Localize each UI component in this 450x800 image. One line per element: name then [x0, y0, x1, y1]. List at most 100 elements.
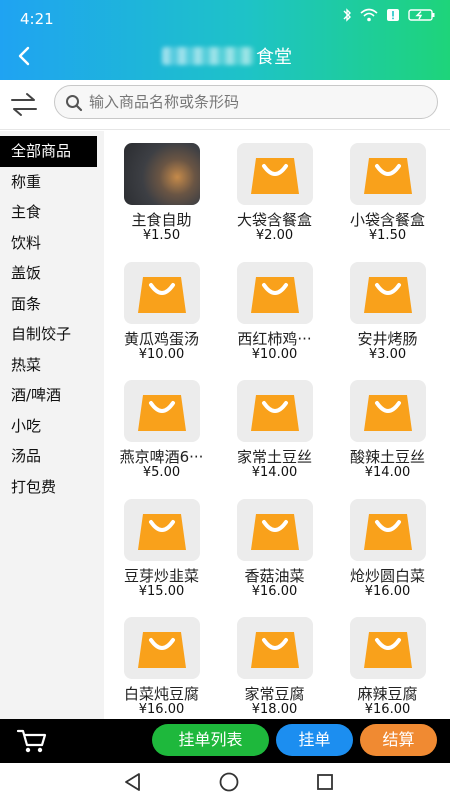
category-item[interactable]: 称重 — [0, 167, 104, 198]
product-name: 家常土豆丝 — [236, 448, 312, 466]
product-price: ¥2.00 — [255, 228, 294, 243]
back-button[interactable] — [8, 40, 40, 72]
category-item[interactable]: 酒/啤酒 — [0, 380, 104, 411]
category-item[interactable]: 小吃 — [0, 411, 104, 442]
bottom-action-bar: 挂单列表 挂单 结算 — [0, 719, 450, 763]
blurred-store-name — [162, 47, 254, 65]
shopping-bag-icon — [124, 380, 200, 442]
search-input[interactable] — [89, 90, 429, 114]
product-card[interactable]: 黄瓜鸡蛋汤 ¥10.00 — [104, 250, 219, 368]
shopping-bag-icon — [237, 380, 313, 442]
nav-recents-button[interactable] — [312, 769, 338, 795]
shopping-bag-icon — [350, 380, 426, 442]
product-price: ¥1.50 — [368, 228, 407, 243]
product-name: 麻辣豆腐 — [357, 685, 418, 703]
search-row — [0, 80, 450, 130]
shopping-bag-icon — [237, 617, 313, 679]
product-name: 豆芽炒韭菜 — [123, 567, 199, 585]
swap-arrows-icon — [11, 93, 37, 116]
shopping-bag-icon — [350, 143, 426, 205]
category-item[interactable]: 面条 — [0, 289, 104, 320]
product-price: ¥14.00 — [364, 465, 411, 480]
product-price: ¥3.00 — [368, 347, 407, 362]
product-name: 大袋含餐盒 — [236, 211, 312, 229]
status-time: 4:21 — [20, 10, 54, 28]
shopping-bag-icon — [124, 262, 200, 324]
product-card[interactable]: 家常豆腐 ¥18.00 — [217, 605, 332, 719]
product-price: ¥16.00 — [364, 584, 411, 599]
product-card[interactable]: 麻辣豆腐 ¥16.00 — [330, 605, 445, 719]
category-item[interactable]: 全部商品 — [0, 136, 97, 167]
product-grid: 主食自助 ¥1.50 大袋含餐盒 ¥2.00 小袋含餐盒 ¥1.50 黄瓜鸡蛋汤 ¥10.00… — [104, 131, 450, 719]
product-card[interactable]: 家常土豆丝 ¥14.00 — [217, 368, 332, 486]
app-header: 4:21 食堂 — [0, 0, 450, 80]
category-item[interactable]: 热菜 — [0, 350, 104, 381]
product-card[interactable]: 西红柿鸡··· ¥10.00 — [217, 250, 332, 368]
checkout-button[interactable]: 结算 — [360, 724, 437, 756]
product-card[interactable]: 安井烤肠 ¥3.00 — [330, 250, 445, 368]
status-icons — [342, 8, 436, 22]
product-name: 安井烤肠 — [357, 330, 418, 348]
square-recents-icon — [317, 774, 333, 790]
category-sidebar: 全部商品 称重 主食 饮料 盖饭 面条 自制饺子 热菜 酒/啤酒 小吃 汤品 打包费 — [0, 131, 104, 719]
nav-back-button[interactable] — [120, 769, 146, 795]
product-name: 西红柿鸡··· — [237, 330, 312, 348]
product-price: ¥14.00 — [251, 465, 298, 480]
product-price: ¥16.00 — [138, 702, 185, 717]
product-card[interactable]: 白菜炖豆腐 ¥16.00 — [104, 605, 219, 719]
product-name: 主食自助 — [131, 211, 192, 229]
product-price: ¥15.00 — [138, 584, 185, 599]
product-price: ¥1.50 — [142, 228, 181, 243]
product-card[interactable]: 燕京啤酒6··· ¥5.00 — [104, 368, 219, 486]
product-card[interactable]: 小袋含餐盒 ¥1.50 — [330, 131, 445, 249]
triangle-back-icon — [125, 773, 140, 791]
circle-home-icon — [219, 772, 239, 792]
battery-icon — [408, 9, 435, 21]
system-nav-bar — [0, 763, 450, 800]
wifi-icon — [360, 8, 378, 22]
product-name: 小袋含餐盒 — [349, 211, 425, 229]
search-box[interactable] — [54, 85, 438, 119]
held-orders-list-button[interactable]: 挂单列表 — [152, 724, 269, 756]
product-card[interactable]: 香菇油菜 ¥16.00 — [217, 487, 332, 605]
product-price: ¥5.00 — [142, 465, 181, 480]
product-price: ¥16.00 — [364, 702, 411, 717]
shopping-bag-icon — [350, 262, 426, 324]
category-item[interactable]: 汤品 — [0, 441, 104, 472]
product-card[interactable]: 豆芽炒韭菜 ¥15.00 — [104, 487, 219, 605]
shopping-bag-icon — [124, 617, 200, 679]
shopping-bag-icon — [350, 499, 426, 561]
product-card[interactable]: 大袋含餐盒 ¥2.00 — [217, 131, 332, 249]
title-row: 食堂 — [0, 36, 450, 76]
product-card[interactable]: 酸辣土豆丝 ¥14.00 — [330, 368, 445, 486]
category-item[interactable]: 盖饭 — [0, 258, 104, 289]
category-item[interactable]: 主食 — [0, 197, 104, 228]
category-item[interactable]: 打包费 — [0, 472, 104, 503]
hold-order-button[interactable]: 挂单 — [276, 724, 353, 756]
bluetooth-icon — [343, 8, 351, 22]
status-bar: 4:21 — [0, 0, 450, 32]
shopping-bag-icon — [350, 617, 426, 679]
product-name: 炝炒圆白菜 — [349, 567, 425, 585]
product-name: 香菇油菜 — [244, 567, 305, 585]
product-card[interactable]: 主食自助 ¥1.50 — [104, 131, 219, 249]
swap-button[interactable] — [10, 92, 38, 118]
shopping-bag-icon — [237, 143, 313, 205]
product-name: 白菜炖豆腐 — [123, 685, 199, 703]
category-list: 全部商品 称重 主食 饮料 盖饭 面条 自制饺子 热菜 酒/啤酒 小吃 汤品 打包费 — [0, 131, 104, 502]
product-name: 酸辣土豆丝 — [349, 448, 425, 466]
cart-icon — [16, 729, 47, 753]
shopping-bag-icon — [237, 262, 313, 324]
category-item[interactable]: 饮料 — [0, 228, 104, 259]
product-name: 家常豆腐 — [244, 685, 305, 703]
nav-home-button[interactable] — [216, 769, 242, 795]
shopping-bag-icon — [124, 499, 200, 561]
product-name: 燕京啤酒6··· — [119, 448, 204, 466]
product-card[interactable]: 炝炒圆白菜 ¥16.00 — [330, 487, 445, 605]
signal-alert-icon — [387, 9, 399, 21]
cart-button[interactable] — [16, 727, 48, 755]
chevron-left-icon — [18, 46, 30, 66]
product-price: ¥16.00 — [251, 584, 298, 599]
category-item[interactable]: 自制饺子 — [0, 319, 104, 350]
product-photo — [124, 143, 200, 205]
